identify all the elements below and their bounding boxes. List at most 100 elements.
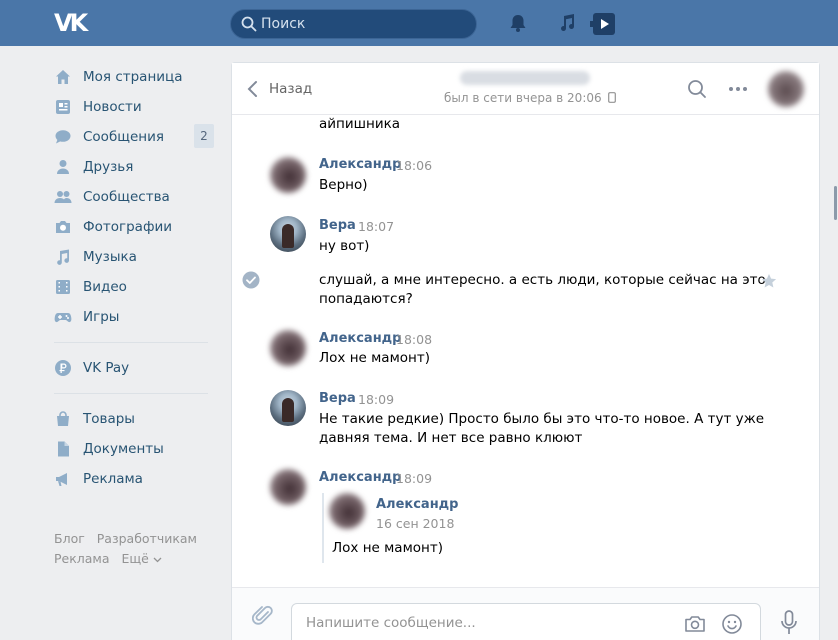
footer-link-ads[interactable]: Реклама	[54, 551, 110, 566]
sidebar-item-documents[interactable]: Документы	[54, 434, 224, 464]
forwarded-date[interactable]: 16 сен 2018	[376, 516, 454, 531]
back-button[interactable]: Назад	[246, 77, 312, 101]
sidebar-item-messages[interactable]: Сообщения 2	[54, 122, 224, 152]
sidebar-item-label: Фотографии	[83, 219, 173, 235]
sidebar-item-label: Товары	[83, 411, 135, 427]
search-input[interactable]	[261, 10, 471, 38]
microphone-icon[interactable]	[780, 610, 798, 636]
footer-link-developers[interactable]: Разработчикам	[97, 531, 197, 546]
camera-icon[interactable]	[684, 613, 706, 635]
friends-icon	[57, 160, 69, 174]
gamepad-icon	[54, 313, 72, 323]
message-text: айпишника	[319, 116, 401, 132]
forwarded-text: Лох не мамонт)	[332, 540, 443, 556]
message-author[interactable]: Вера	[319, 218, 356, 233]
paperclip-icon[interactable]	[252, 604, 274, 628]
camera-icon	[56, 221, 70, 233]
unread-badge: 2	[194, 124, 214, 148]
top-bar: VK	[0, 0, 838, 46]
sidebar-item-news[interactable]: Новости	[54, 92, 224, 122]
home-icon	[56, 70, 70, 84]
message-field[interactable]	[291, 603, 761, 640]
sidebar-item-label: Музыка	[83, 249, 137, 265]
search-icon[interactable]	[687, 79, 707, 99]
smile-icon[interactable]	[721, 613, 743, 635]
chat-panel: Назад был в сети вчера в 20:06 айпишника…	[231, 62, 820, 640]
sidebar-item-label: Видео	[83, 279, 127, 295]
sidebar-item-vkpay[interactable]: VK Pay	[54, 353, 224, 383]
message-text: Верно)	[319, 177, 368, 193]
sidebar-item-friends[interactable]: Друзья	[54, 152, 224, 182]
back-label: Назад	[269, 81, 313, 97]
message-line: слушай, а мне интересно. а есть люди, ко…	[319, 272, 766, 288]
star-icon[interactable]	[761, 273, 777, 289]
contact-name-blurred[interactable]	[460, 71, 590, 85]
sidebar-divider	[54, 342, 208, 343]
forwarded-bar	[322, 493, 324, 563]
avatar[interactable]	[329, 493, 365, 529]
message-text: ну вот)	[319, 238, 370, 254]
vk-logo[interactable]: VK	[54, 10, 90, 36]
message-author[interactable]: Александр	[319, 157, 402, 172]
music-icon	[57, 249, 70, 265]
sidebar-item-music[interactable]: Музыка	[54, 242, 224, 272]
message-input[interactable]	[306, 612, 666, 634]
page-scrollbar[interactable]	[834, 186, 837, 220]
video-icon	[56, 280, 70, 294]
sidebar-item-label: Игры	[83, 309, 120, 325]
message-author[interactable]: Александр	[319, 331, 402, 346]
chat-header: Назад был в сети вчера в 20:06	[232, 63, 819, 115]
sidebar-item-groups[interactable]: Сообщества	[54, 182, 224, 212]
music-note-icon[interactable]	[556, 12, 578, 34]
sidebar-item-label: VK Pay	[83, 360, 130, 376]
message-time[interactable]: 18:06	[396, 158, 432, 173]
sidebar-item-photos[interactable]: Фотографии	[54, 212, 224, 242]
avatar[interactable]	[270, 469, 306, 505]
composer	[232, 587, 819, 640]
chevron-down-icon	[153, 557, 162, 563]
sidebar-item-goods[interactable]: Товары	[54, 404, 224, 434]
message-list: айпишника Александр 18:06 Верно) Вера 18…	[232, 115, 819, 587]
message-time[interactable]: 18:09	[358, 392, 394, 407]
bell-icon[interactable]	[507, 12, 529, 34]
more-icon[interactable]	[728, 79, 748, 99]
sidebar-item-label: Друзья	[83, 159, 134, 175]
search-box[interactable]	[230, 9, 477, 39]
chevron-left-icon	[247, 81, 257, 97]
sidebar-item-label: Сообщества	[83, 189, 170, 205]
message-time[interactable]: 18:08	[396, 332, 432, 347]
message-text: Не такие редкие) Просто было бы это что-…	[319, 410, 764, 448]
avatar[interactable]	[270, 330, 306, 366]
message-author[interactable]: Александр	[319, 470, 402, 485]
sidebar-item-games[interactable]: Игры	[54, 302, 224, 332]
contact-avatar[interactable]	[768, 71, 804, 107]
sidebar-item-label: Документы	[83, 441, 164, 457]
sidebar-divider	[54, 393, 208, 394]
sidebar-item-my-page[interactable]: Моя страница	[54, 62, 224, 92]
sidebar-item-ads[interactable]: Реклама	[54, 464, 224, 494]
online-status: был в сети вчера в 20:06	[444, 91, 617, 105]
message-author[interactable]: Вера	[319, 391, 356, 406]
footer-link-more[interactable]: Ещё	[122, 551, 162, 566]
sidebar: Моя страница Новости Сообщения 2 Друзья …	[54, 62, 224, 494]
message-time[interactable]: 18:09	[396, 471, 432, 486]
forwarded-author[interactable]: Александр	[376, 497, 459, 512]
groups-icon	[54, 191, 72, 203]
shop-icon	[57, 411, 69, 426]
sidebar-item-video[interactable]: Видео	[54, 272, 224, 302]
message-time[interactable]: 18:07	[358, 219, 394, 234]
sidebar-item-label: Новости	[83, 99, 142, 115]
avatar[interactable]	[270, 157, 306, 193]
avatar[interactable]	[270, 216, 306, 252]
mobile-icon	[608, 92, 617, 103]
message-text: Лох не мамонт)	[319, 350, 430, 366]
avatar[interactable]	[270, 390, 306, 426]
sidebar-item-label: Реклама	[83, 471, 143, 487]
vkpay-icon	[55, 360, 71, 376]
message-line: Не такие редкие) Просто было бы это что-…	[319, 411, 765, 427]
last-seen-text: был в сети вчера в 20:06	[444, 91, 602, 105]
footer-link-blog[interactable]: Блог	[54, 531, 85, 546]
play-icon[interactable]	[590, 12, 616, 36]
search-icon	[241, 16, 257, 32]
check-icon[interactable]	[242, 271, 260, 289]
